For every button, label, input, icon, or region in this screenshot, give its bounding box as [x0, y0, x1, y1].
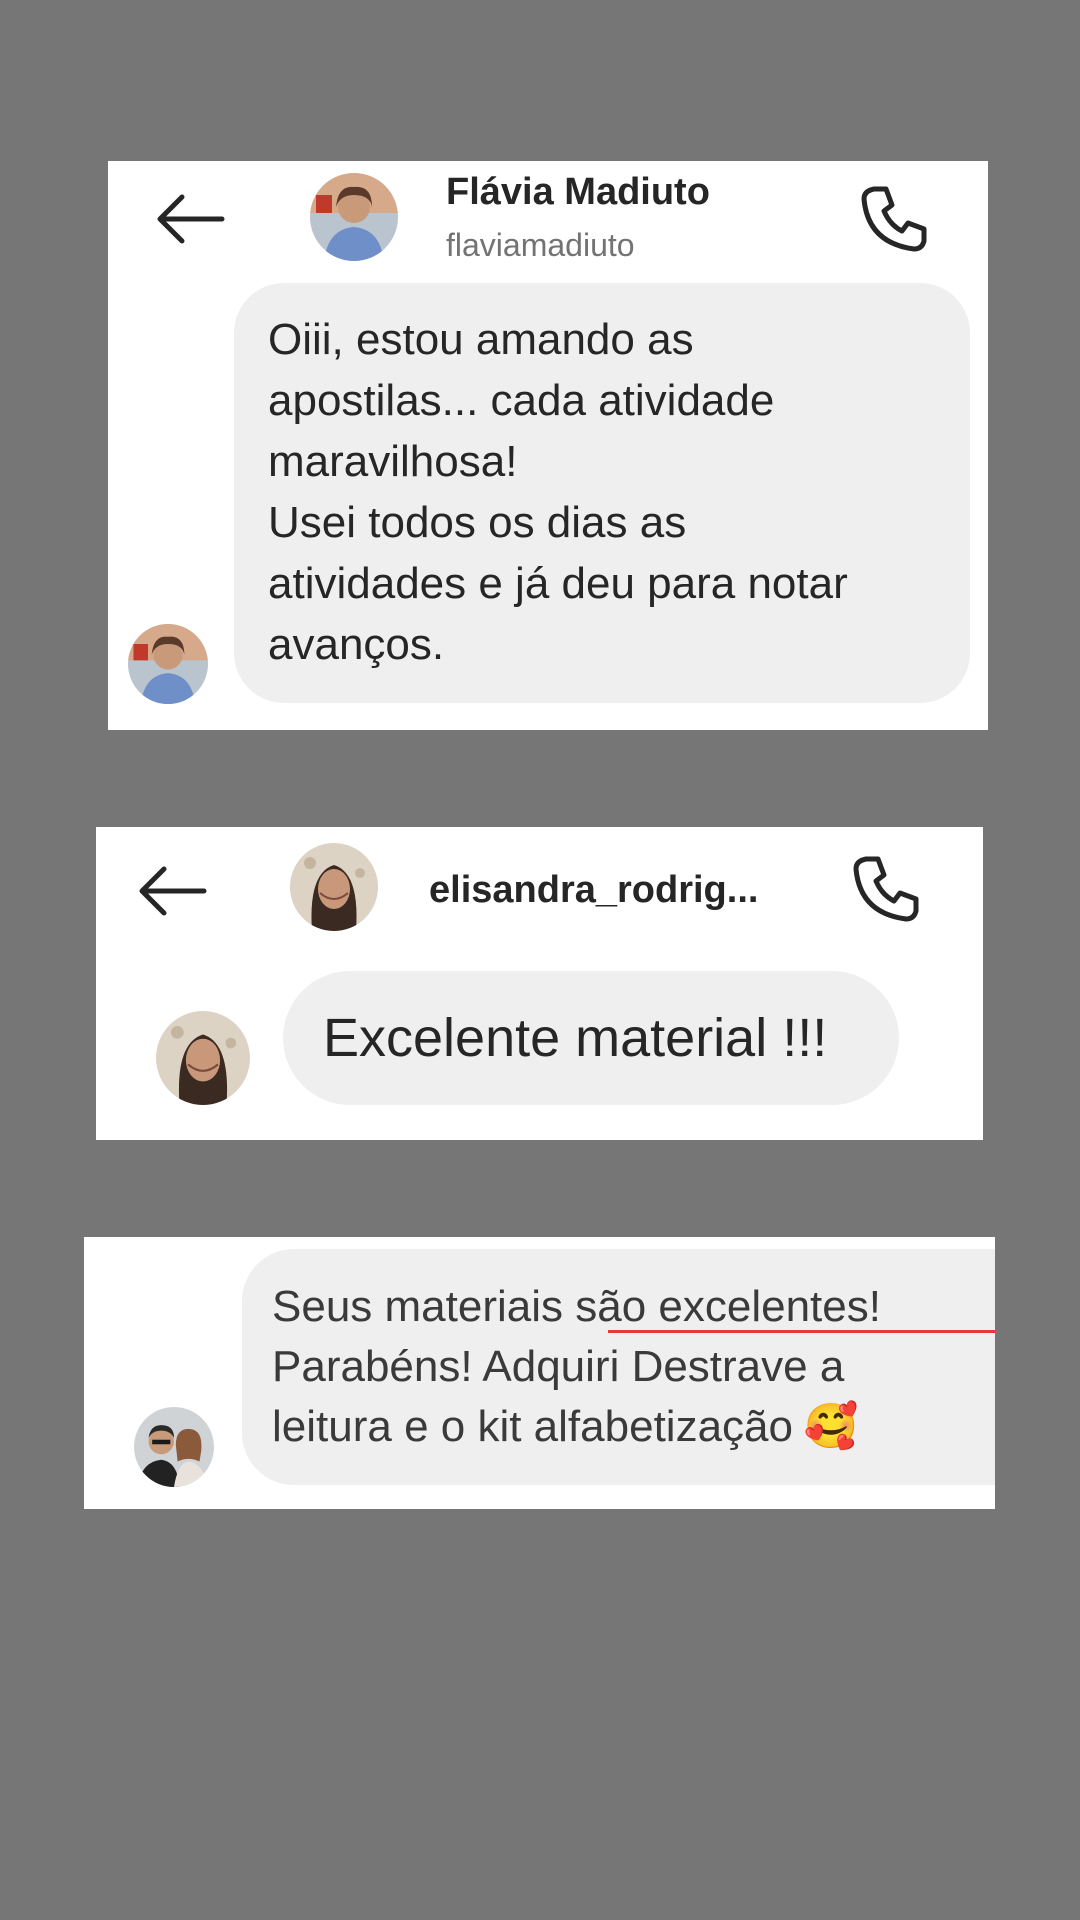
chat-card-elisandra: elisandra_rodrig... Excelente material !… [96, 827, 983, 1140]
contact-name: elisandra_rodrig... [429, 869, 759, 911]
back-arrow-icon[interactable] [154, 191, 226, 247]
sender-avatar[interactable] [134, 1407, 214, 1487]
chat-card-third: Seus materiais são excelentes! Parabéns!… [84, 1237, 995, 1509]
phone-icon[interactable] [860, 183, 930, 253]
contact-avatar[interactable] [310, 173, 398, 261]
contact-handle: flaviamadiuto [446, 227, 635, 263]
phone-icon[interactable] [852, 853, 922, 923]
chat-card-flavia: Flávia Madiuto flaviamadiuto Oiii, estou… [108, 161, 988, 730]
contact-avatar[interactable] [290, 843, 378, 931]
highlight-underline [608, 1330, 995, 1333]
message-bubble[interactable]: Seus materiais são excelentes! Parabéns!… [242, 1249, 995, 1485]
message-bubble[interactable]: Excelente material !!! [283, 971, 899, 1105]
message-bubble[interactable]: Oiii, estou amando as apostilas... cada … [234, 283, 970, 703]
smiling-face-with-hearts-emoji: 🥰 [803, 1402, 859, 1451]
contact-name: Flávia Madiuto [446, 171, 710, 213]
back-arrow-icon[interactable] [136, 863, 208, 919]
message-text: Oiii, estou amando as apostilas... cada … [268, 315, 848, 669]
sender-avatar[interactable] [128, 624, 208, 704]
message-text: Seus materiais são excelentes! Parabéns!… [272, 1282, 881, 1451]
sender-avatar[interactable] [156, 1011, 250, 1105]
message-text: Excelente material !!! [323, 1008, 828, 1068]
